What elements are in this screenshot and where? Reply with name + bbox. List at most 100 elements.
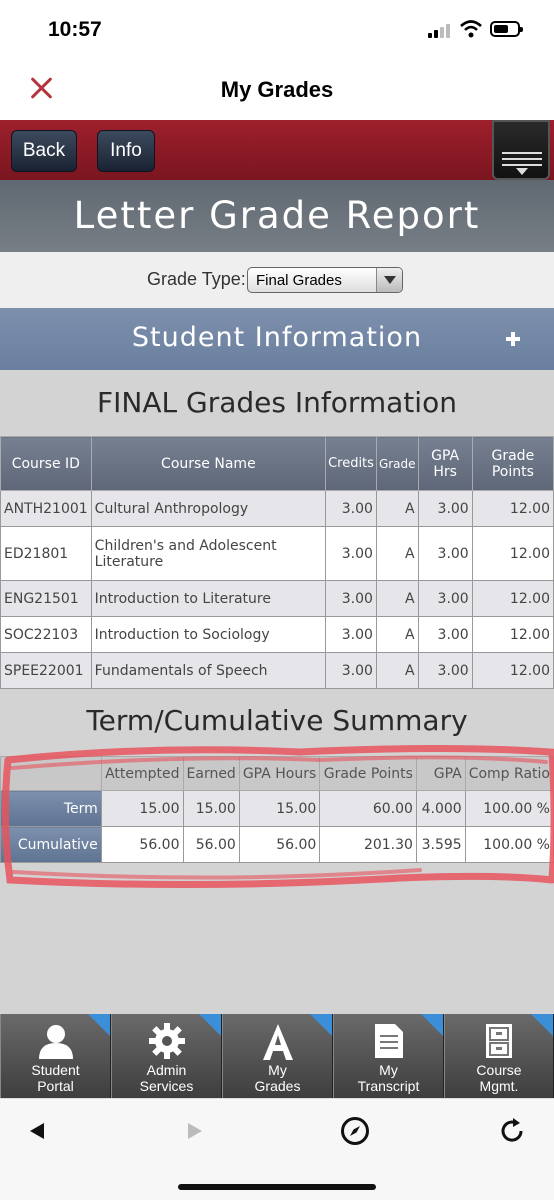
page-title: My Grades	[220, 77, 334, 102]
battery-icon	[490, 21, 523, 37]
table-row: ED21801 Children's and Adolescent Litera…	[0, 526, 554, 581]
comp-ratio: 100.00 %	[464, 826, 554, 863]
course-name: Children's and Adolescent Literature	[90, 526, 327, 581]
tab-label-line2: Portal	[37, 1078, 74, 1094]
student-information-header[interactable]: Student Information	[0, 308, 554, 370]
col-gpa: GPA	[415, 756, 466, 791]
summary-table: Attempted Earned GPA Hours Grade Points …	[0, 756, 554, 863]
course-name: Introduction to Literature	[90, 580, 327, 617]
grade-points: 12.00	[471, 652, 554, 689]
tab-badge	[88, 1014, 110, 1036]
status-time: 10:57	[48, 18, 102, 41]
grades-table: Course ID Course Name Credits Grade GPA …	[0, 436, 554, 689]
grade: A	[375, 580, 419, 617]
credits: 3.00	[325, 526, 377, 581]
gpa-hours: 15.00	[238, 790, 321, 827]
browser-forward-icon[interactable]	[188, 1123, 202, 1139]
info-button[interactable]: Info	[97, 130, 155, 172]
table-row: Term 15.00 15.00 15.00 60.00 4.000 100.0…	[0, 790, 554, 827]
gear-icon	[148, 1023, 185, 1059]
summary-row-label: Cumulative	[0, 826, 102, 863]
table-row: SOC22103 Introduction to Sociology 3.00 …	[0, 616, 554, 653]
credits: 3.00	[325, 490, 377, 527]
chevron-down-icon	[516, 168, 528, 175]
col-grade: Grade	[375, 436, 419, 491]
tab-admin-services[interactable]: Admin Services	[111, 1014, 222, 1098]
col-attempted: Attempted	[100, 756, 184, 791]
col-gpa-hrs: GPA Hrs	[417, 436, 473, 491]
tab-label-line2: Transcript	[357, 1078, 420, 1094]
gpa: 4.000	[415, 790, 466, 827]
credits: 3.00	[325, 580, 377, 617]
reload-icon[interactable]	[498, 1117, 526, 1145]
summary-section-title: Term/Cumulative Summary	[86, 704, 468, 737]
credits: 3.00	[325, 616, 377, 653]
credits: 3.00	[325, 652, 377, 689]
tab-student-portal[interactable]: Student Portal	[0, 1014, 111, 1098]
letter-a-icon	[262, 1024, 293, 1060]
tab-label-line2: Grades	[254, 1078, 301, 1094]
grade-type-value: Final Grades	[256, 272, 342, 289]
table-row: ENG21501 Introduction to Literature 3.00…	[0, 580, 554, 617]
menu-button[interactable]	[492, 120, 550, 180]
compass-icon[interactable]	[341, 1117, 369, 1145]
dropdown-arrow-icon	[376, 268, 402, 292]
summary-row-label: Term	[0, 790, 102, 827]
course-name: Introduction to Sociology	[90, 616, 327, 653]
course-id: ENG21501	[0, 580, 92, 617]
grade-points: 12.00	[471, 616, 554, 653]
navigation-header: My Grades	[0, 60, 554, 120]
back-button[interactable]: Back	[11, 130, 77, 172]
report-banner: Letter Grade Report	[0, 180, 554, 252]
tab-my-grades[interactable]: My Grades	[222, 1014, 333, 1098]
summary-header-row: Attempted Earned GPA Hours Grade Points …	[0, 756, 554, 791]
status-bar: 10:57	[0, 0, 554, 60]
grade-points: 60.00	[319, 790, 417, 827]
course-name: Fundamentals of Speech	[90, 652, 327, 689]
grade-points: 12.00	[471, 580, 554, 617]
student-information-title: Student Information	[131, 322, 423, 353]
table-row: ANTH21001 Cultural Anthropology 3.00 A 3…	[0, 490, 554, 527]
grade-type-label: Grade Type:	[147, 269, 246, 289]
gpa-hrs: 3.00	[417, 490, 473, 527]
col-earned: Earned	[182, 756, 240, 791]
grade: A	[375, 652, 419, 689]
tab-my-transcript[interactable]: My Transcript	[333, 1014, 444, 1098]
col-gpa-hours: GPA Hours	[238, 756, 321, 791]
tab-badge	[310, 1014, 332, 1036]
grade-points: 12.00	[471, 526, 554, 581]
col-grade-points: Grade Points	[471, 436, 554, 491]
tab-label-line1: Course	[476, 1062, 522, 1078]
expand-plus-icon[interactable]	[505, 331, 521, 347]
gpa: 3.595	[415, 826, 466, 863]
wifi-icon	[460, 20, 482, 38]
browser-back-icon[interactable]	[30, 1123, 44, 1139]
tab-label-line1: My	[379, 1062, 398, 1078]
gpa-hours: 56.00	[238, 826, 321, 863]
grades-section-title: FINAL Grades Information	[97, 386, 457, 419]
attempted: 56.00	[100, 826, 184, 863]
person-icon	[38, 1025, 73, 1059]
course-id: SPEE22001	[0, 652, 92, 689]
tab-course-mgmt[interactable]: Course Mgmt.	[444, 1014, 554, 1098]
grades-header-row: Course ID Course Name Credits Grade GPA …	[0, 436, 554, 491]
earned: 15.00	[182, 790, 240, 827]
col-course-name: Course Name	[90, 436, 327, 491]
grade: A	[375, 490, 419, 527]
course-id: ED21801	[0, 526, 92, 581]
tab-label-line2: Services	[139, 1078, 194, 1094]
earned: 56.00	[182, 826, 240, 863]
tab-label-line2: Mgmt.	[479, 1078, 519, 1094]
cabinet-icon	[486, 1024, 512, 1058]
grade-type-select[interactable]: Final Grades	[247, 267, 403, 293]
grade: A	[375, 526, 419, 581]
grade-points: 201.30	[319, 826, 417, 863]
grade-points: 12.00	[471, 490, 554, 527]
app-toolbar: Back Info	[0, 120, 554, 180]
attempted: 15.00	[100, 790, 184, 827]
course-id: SOC22103	[0, 616, 92, 653]
document-icon	[374, 1024, 403, 1058]
home-indicator	[178, 1184, 376, 1190]
tab-badge	[199, 1014, 221, 1036]
col-grade-points: Grade Points	[319, 756, 417, 791]
